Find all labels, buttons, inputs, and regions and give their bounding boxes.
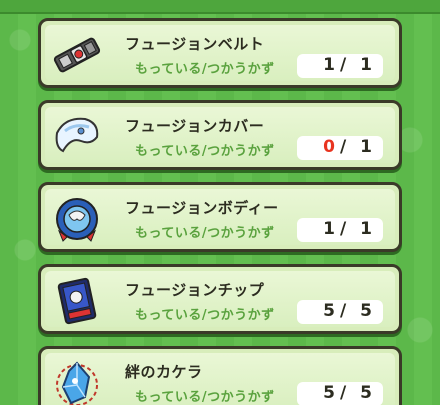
material-card-fusion-body[interactable]: フュージョンボディー もっている/つかうかず 1 / 1	[38, 182, 402, 252]
fusion-cover-icon	[55, 117, 99, 153]
required-count: 1	[360, 137, 372, 157]
count-box: 1 / 1	[297, 54, 383, 78]
material-card-bond-fragment[interactable]: 絆のカケラ もっている/つかうかず 5 / 5	[38, 346, 402, 405]
owned-needed-label: もっている/つかうかず	[135, 390, 275, 405]
required-count: 1	[360, 55, 372, 75]
owned-count: 0	[323, 137, 335, 157]
material-name: 絆のカケラ	[125, 363, 203, 381]
count-separator: /	[340, 301, 347, 321]
owned-needed-label: もっている/つかうかず	[135, 62, 275, 77]
owned-count: 5	[323, 383, 335, 403]
material-card-fusion-belt[interactable]: フュージョンベルト もっている/つかうかず 1 / 1	[38, 18, 402, 88]
count-box: 1 / 1	[297, 218, 383, 242]
count-separator: /	[340, 383, 347, 403]
material-card-fusion-chip[interactable]: フュージョンチップ もっている/つかうかず 5 / 5	[38, 264, 402, 334]
count-box: 5 / 5	[297, 300, 383, 324]
material-name: フュージョンボディー	[125, 199, 279, 217]
material-name: フュージョンベルト	[125, 35, 265, 53]
material-card-fusion-cover[interactable]: フュージョンカバー もっている/つかうかず 0 / 1	[38, 100, 402, 170]
fusion-belt-icon	[53, 37, 101, 73]
owned-count: 1	[323, 55, 335, 75]
owned-count: 1	[323, 219, 335, 239]
owned-needed-label: もっている/つかうかず	[135, 308, 275, 323]
required-count: 5	[360, 301, 372, 321]
count-box: 5 / 5	[297, 382, 383, 405]
count-box: 0 / 1	[297, 136, 383, 160]
owned-needed-label: もっている/つかうかず	[135, 144, 275, 159]
bond-fragment-icon	[56, 361, 98, 405]
count-separator: /	[340, 137, 347, 157]
owned-count: 5	[323, 301, 335, 321]
owned-needed-label: もっている/つかうかず	[135, 226, 275, 241]
fusion-chip-icon	[57, 277, 97, 325]
required-count: 1	[360, 219, 372, 239]
fusion-body-icon	[56, 198, 98, 242]
material-name: フュージョンカバー	[125, 117, 265, 135]
material-name: フュージョンチップ	[125, 281, 265, 299]
required-count: 5	[360, 383, 372, 403]
count-separator: /	[340, 219, 347, 239]
count-separator: /	[340, 55, 347, 75]
header-strip	[0, 0, 440, 14]
